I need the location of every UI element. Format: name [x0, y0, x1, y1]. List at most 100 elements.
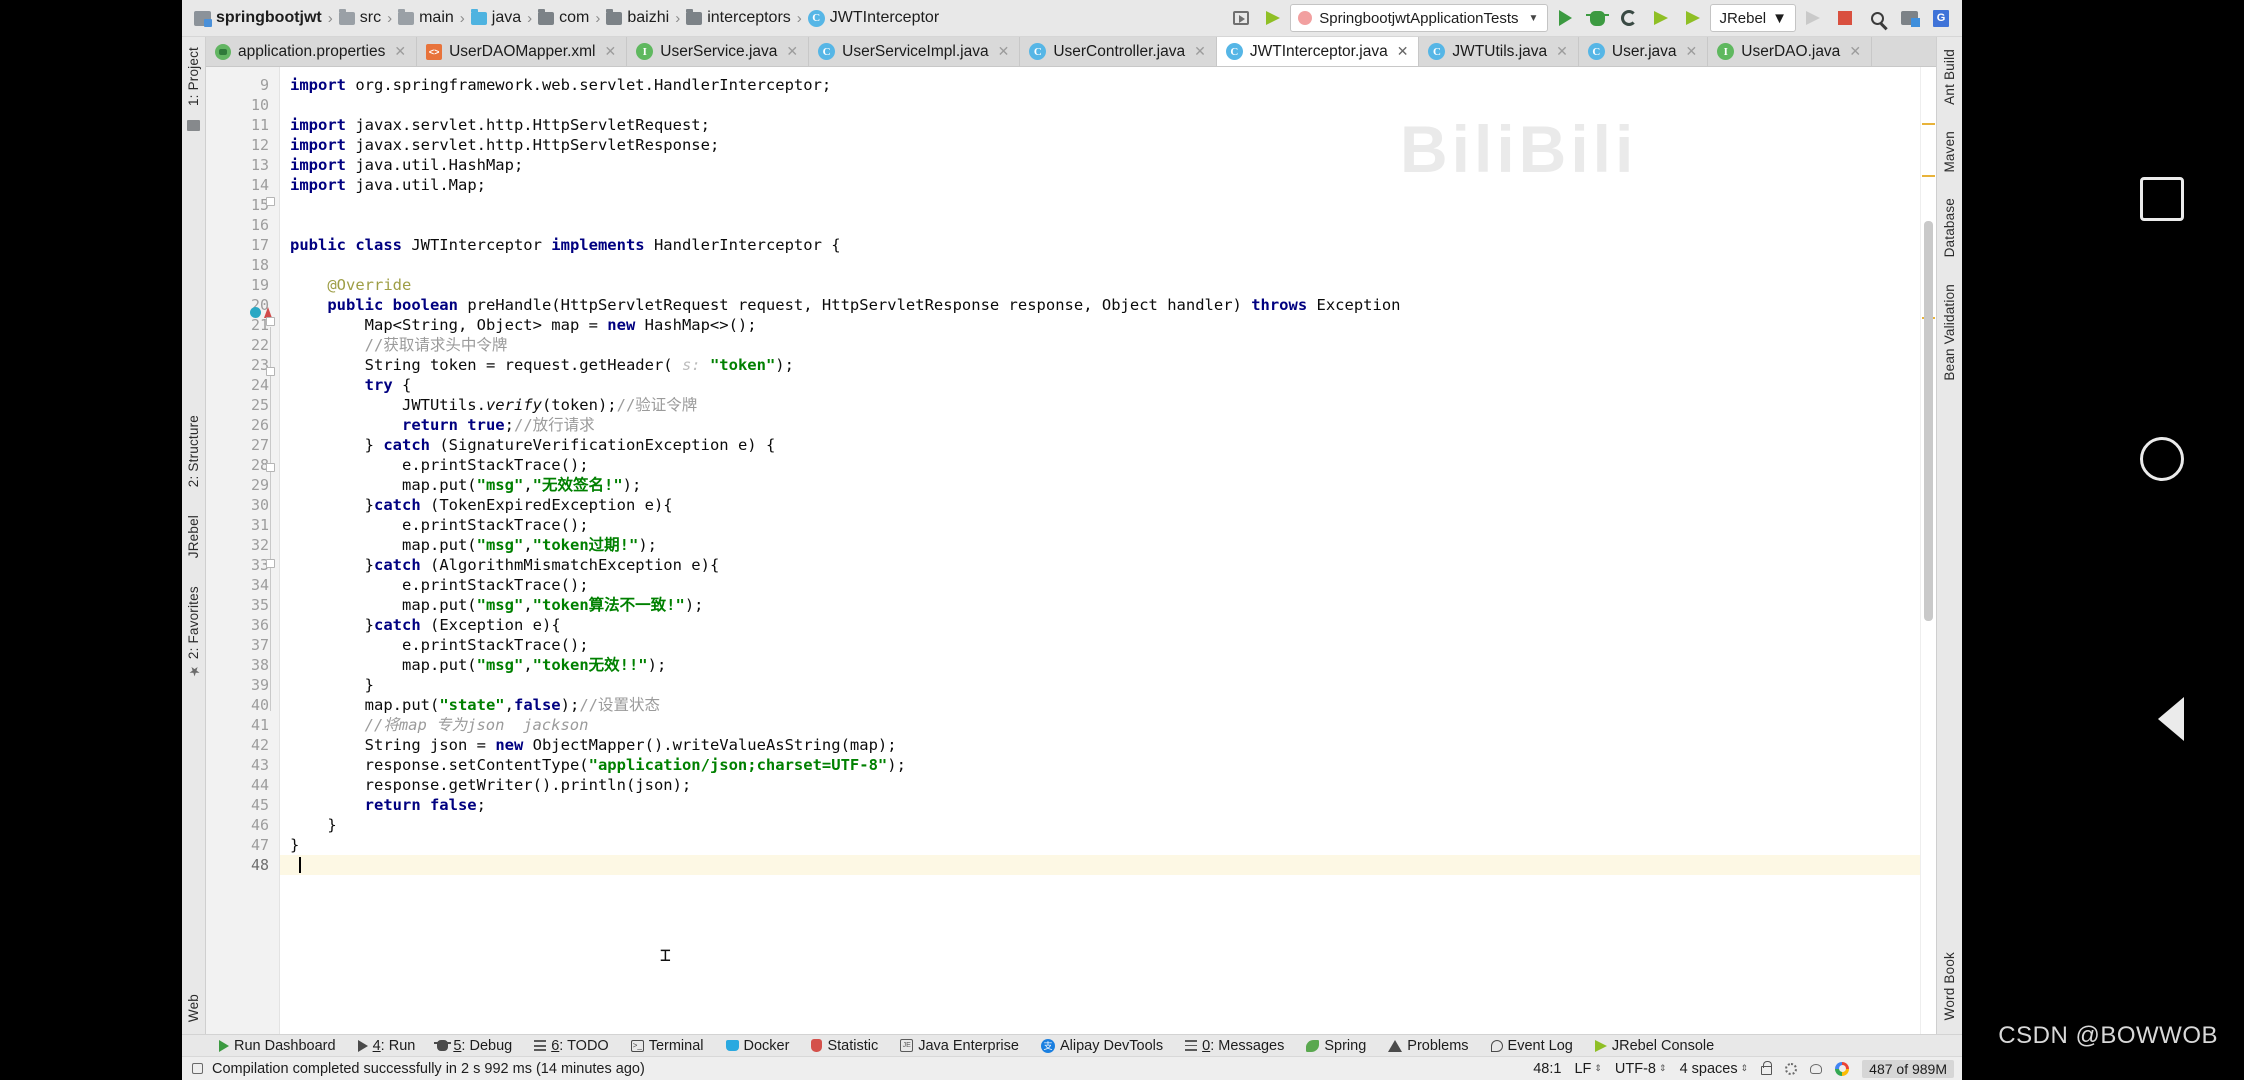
close-icon[interactable]: ✕	[998, 43, 1010, 60]
sidebar-item-web[interactable]: Web	[186, 988, 201, 1028]
breadcrumb-item-jwtinterceptor[interactable]: C JWTInterceptor	[804, 5, 943, 32]
editor-tab-userserviceimpl-java[interactable]: C UserServiceImpl.java ✕	[809, 37, 1021, 66]
line-separator-selector[interactable]: LF ⇕	[1574, 1061, 1601, 1077]
code-line[interactable]: try {	[280, 375, 1920, 395]
editor-tab-userservice-java[interactable]: I UserService.java ✕	[627, 37, 810, 66]
sidebar-item-database[interactable]: Database	[1942, 192, 1957, 263]
code-line[interactable]: map.put("msg","无效签名!");	[280, 475, 1920, 495]
code-line[interactable]: import java.util.HashMap;	[280, 155, 1920, 175]
code-line[interactable]: //将map 专为json jackson	[280, 715, 1920, 735]
stop-button[interactable]	[1830, 4, 1860, 32]
breadcrumb-item-main[interactable]: main	[394, 5, 458, 32]
run-configuration-selector[interactable]: SpringbootjwtApplicationTests ▼	[1290, 4, 1549, 32]
jrebel-selector[interactable]: JRebel ▼	[1710, 4, 1796, 32]
bottom-item-alipay-devtools[interactable]: 支 Alipay DevTools	[1030, 1035, 1174, 1057]
code-line[interactable]: }	[280, 815, 1920, 835]
sidebar-item-bean-validation[interactable]: Bean Validation	[1942, 278, 1957, 387]
bottom-item-messages[interactable]: 0: Messages	[1174, 1035, 1295, 1057]
code-line[interactable]: String token = request.getHeader( s: "to…	[280, 355, 1920, 375]
search-everywhere-button[interactable]	[1862, 4, 1892, 32]
fold-marker[interactable]	[266, 197, 275, 206]
editor-marker-bar[interactable]	[1920, 67, 1936, 1034]
code-line[interactable]: }catch (TokenExpiredException e){	[280, 495, 1920, 515]
code-line[interactable]: import org.springframework.web.servlet.H…	[280, 75, 1920, 95]
google-icon[interactable]	[1835, 1061, 1850, 1076]
bottom-item-todo[interactable]: 6: TODO	[523, 1035, 620, 1057]
editor-tab-userdao-java[interactable]: I UserDAO.java ✕	[1708, 37, 1873, 66]
bottom-item-terminal[interactable]: >_ Terminal	[620, 1035, 715, 1057]
bottom-item-debug[interactable]: 5: Debug	[426, 1035, 523, 1057]
close-icon[interactable]: ✕	[1397, 43, 1409, 60]
code-line[interactable]: import javax.servlet.http.HttpServletRes…	[280, 135, 1920, 155]
breadcrumb-item-springbootjwt[interactable]: springbootjwt	[190, 5, 326, 32]
code-line[interactable]: e.printStackTrace();	[280, 455, 1920, 475]
code-line[interactable]: map.put("state",false);//设置状态	[280, 695, 1920, 715]
bottom-item-java-enterprise[interactable]: JE Java Enterprise	[889, 1035, 1030, 1057]
code-line[interactable]: map.put("msg","token过期!");	[280, 535, 1920, 555]
jrebel-debug-button[interactable]	[1678, 4, 1708, 32]
sidebar-item-favorites[interactable]: ★ 2: Favorites	[186, 580, 201, 684]
code-line[interactable]: }catch (AlgorithmMismatchException e){	[280, 555, 1920, 575]
code-line[interactable]: import java.util.Map;	[280, 175, 1920, 195]
scrollbar-thumb[interactable]	[1924, 221, 1933, 621]
code-line[interactable]: }	[280, 835, 1920, 855]
editor-gutter[interactable]: 9 10 11 12 13 14 15 16 17 18 19 20 21 22 23 24 25 26 27 28 2…	[206, 67, 280, 1034]
bottom-item-statistic[interactable]: Statistic	[800, 1035, 889, 1057]
google-translate-button[interactable]: G	[1926, 4, 1956, 32]
close-icon[interactable]: ✕	[1556, 43, 1568, 60]
code-line[interactable]: response.setContentType("application/jso…	[280, 755, 1920, 775]
inspection-icon[interactable]	[1810, 1063, 1823, 1074]
bottom-item-spring[interactable]: Spring	[1295, 1035, 1377, 1057]
code-line[interactable]: }catch (Exception e){	[280, 615, 1920, 635]
build-button[interactable]	[1258, 4, 1288, 32]
breadcrumb-item-interceptors[interactable]: interceptors	[682, 5, 795, 32]
fold-marker[interactable]	[266, 559, 275, 568]
editor-tab-application-properties[interactable]: application.properties ✕	[206, 37, 418, 66]
code-text-area[interactable]: BiliBili import org.springframework.web.…	[280, 67, 1920, 1034]
close-icon[interactable]: ✕	[605, 43, 617, 60]
breadcrumb-item-baizhi[interactable]: baizhi	[602, 5, 673, 32]
bottom-item-docker[interactable]: Docker	[715, 1035, 801, 1057]
debug-button[interactable]	[1582, 4, 1612, 32]
memory-indicator[interactable]: 487 of 989M	[1862, 1059, 1954, 1078]
coverage-button[interactable]	[1614, 4, 1644, 32]
sidebar-item-project[interactable]: 1: Project	[186, 41, 201, 112]
overlay-back-button[interactable]	[2158, 697, 2184, 741]
code-line[interactable]: map.put("msg","token无效!!");	[280, 655, 1920, 675]
code-line[interactable]: return false;	[280, 795, 1920, 815]
bottom-item-run[interactable]: 4: Run	[347, 1035, 427, 1057]
close-icon[interactable]: ✕	[1686, 43, 1698, 60]
code-line[interactable]	[280, 195, 1920, 215]
code-line[interactable]	[280, 855, 1920, 875]
editor-tab-userdaomapper-xml[interactable]: <> UserDAOMapper.xml ✕	[417, 37, 628, 66]
overlay-circle-button[interactable]	[2140, 437, 2184, 481]
code-line[interactable]: response.getWriter().println(json);	[280, 775, 1920, 795]
code-line[interactable]: public boolean preHandle(HttpServletRequ…	[280, 295, 1920, 315]
code-line[interactable]	[280, 255, 1920, 275]
code-line[interactable]	[280, 95, 1920, 115]
bottom-item-problems[interactable]: Problems	[1377, 1035, 1479, 1057]
code-line[interactable]: @Override	[280, 275, 1920, 295]
fold-marker[interactable]	[266, 367, 275, 376]
close-icon[interactable]: ✕	[786, 43, 798, 60]
bottom-item-run-dashboard[interactable]: Run Dashboard	[208, 1035, 347, 1057]
run-method-gutter-icon[interactable]	[250, 307, 261, 318]
code-line[interactable]: String json = new ObjectMapper().writeVa…	[280, 735, 1920, 755]
code-line[interactable]: }	[280, 675, 1920, 695]
code-style-icon[interactable]	[1785, 1062, 1798, 1075]
code-line[interactable]: e.printStackTrace();	[280, 575, 1920, 595]
editor-tab-jwtinterceptor-java[interactable]: C JWTInterceptor.java ✕	[1216, 37, 1420, 66]
close-icon[interactable]: ✕	[1194, 43, 1206, 60]
run-button[interactable]	[1550, 4, 1580, 32]
code-line[interactable]: import javax.servlet.http.HttpServletReq…	[280, 115, 1920, 135]
code-line[interactable]: return true;//放行请求	[280, 415, 1920, 435]
sidebar-item-maven[interactable]: Maven	[1942, 125, 1957, 179]
code-line[interactable]: e.printStackTrace();	[280, 515, 1920, 535]
project-files-icon[interactable]	[187, 120, 200, 132]
code-line[interactable]	[280, 215, 1920, 235]
overlay-square-button[interactable]	[2140, 177, 2184, 221]
sidebar-item-jrebel[interactable]: JRebel	[186, 509, 201, 564]
editor-tab-jwtutils-java[interactable]: C JWTUtils.java ✕	[1419, 37, 1579, 66]
close-icon[interactable]: ✕	[1849, 43, 1861, 60]
code-editor[interactable]: 9 10 11 12 13 14 15 16 17 18 19 20 21 22 23 24 25 26 27 28 2…	[206, 67, 1936, 1034]
